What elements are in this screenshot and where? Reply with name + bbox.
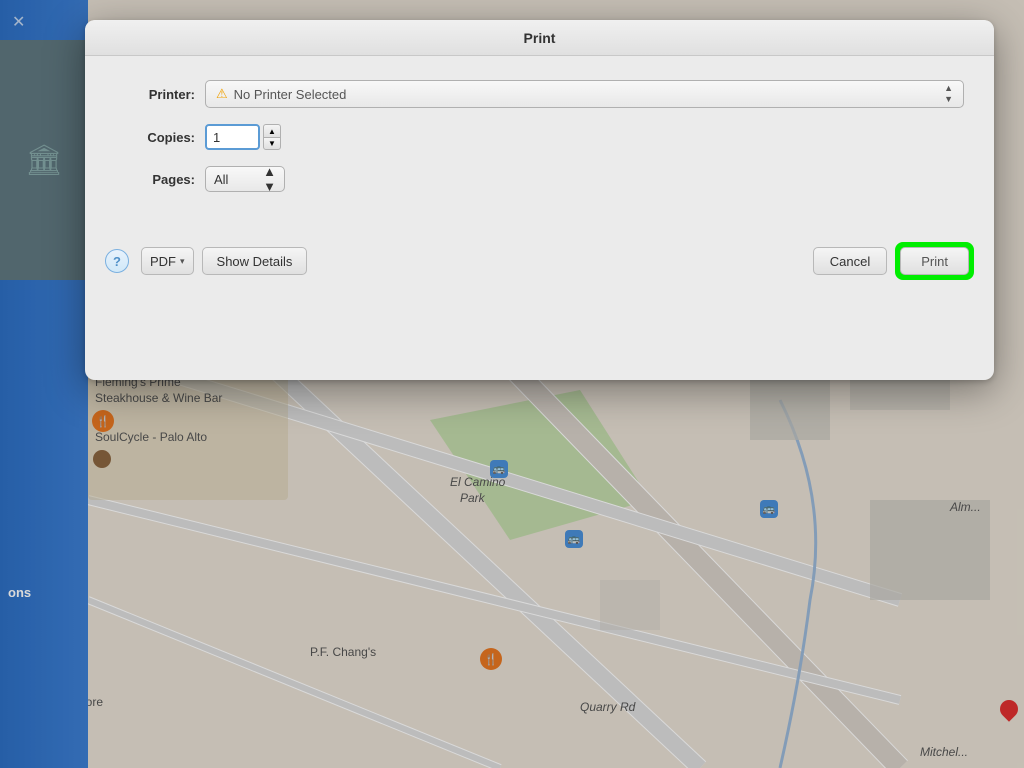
printer-warning-icon: ⚠ [216, 86, 228, 102]
pdf-arrow-icon: ▾ [180, 256, 185, 267]
printer-arrow-up: ▲ [944, 83, 953, 94]
copies-decrement[interactable]: ▼ [263, 137, 281, 150]
copies-input-wrap: ▲ ▼ [205, 124, 281, 150]
copies-stepper: ▲ ▼ [263, 124, 281, 150]
dialog-body: Printer: ⚠ No Printer Selected ▲ ▼ Copie… [85, 56, 994, 228]
printer-arrow-down: ▼ [944, 94, 953, 105]
help-button[interactable]: ? [105, 249, 129, 273]
cancel-button[interactable]: Cancel [813, 247, 887, 275]
print-dialog: Print Printer: ⚠ No Printer Selected ▲ ▼… [85, 20, 994, 380]
pages-row: Pages: All ▲ ▼ [115, 166, 964, 192]
pages-value-text: All [214, 172, 259, 187]
printer-label: Printer: [115, 87, 195, 102]
copies-increment[interactable]: ▲ [263, 124, 281, 137]
dialog-title: Print [85, 20, 994, 56]
pages-label: Pages: [115, 172, 195, 187]
dialog-actions: ? PDF ▾ Show Details Cancel Print [85, 228, 994, 298]
copies-row: Copies: ▲ ▼ [115, 124, 964, 150]
print-button-highlight: Print [895, 242, 974, 280]
pdf-label: PDF [150, 254, 176, 269]
printer-select[interactable]: ⚠ No Printer Selected ▲ ▼ [205, 80, 964, 108]
pages-arrow-up: ▲ [263, 164, 276, 179]
copies-input[interactable] [205, 124, 260, 150]
pdf-button[interactable]: PDF ▾ [141, 247, 194, 275]
print-button[interactable]: Print [900, 247, 969, 275]
pages-arrow-down: ▼ [263, 179, 276, 194]
show-details-button[interactable]: Show Details [202, 247, 308, 275]
pages-select[interactable]: All ▲ ▼ [205, 166, 285, 192]
printer-name-text: No Printer Selected [234, 87, 938, 102]
printer-row: Printer: ⚠ No Printer Selected ▲ ▼ [115, 80, 964, 108]
copies-label: Copies: [115, 130, 195, 145]
printer-stepper[interactable]: ▲ ▼ [944, 83, 953, 105]
